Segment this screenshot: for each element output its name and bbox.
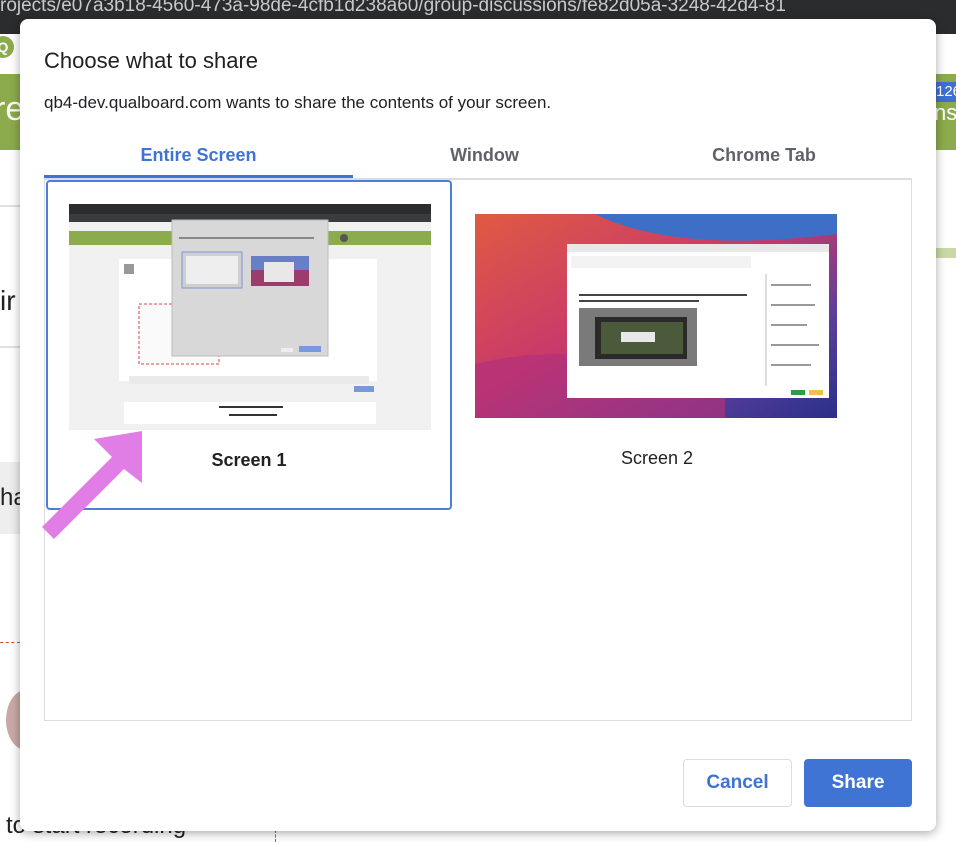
header-right-text-fragment: ns (936, 100, 956, 125)
divider (0, 205, 20, 207)
tab-window[interactable]: Window (353, 137, 616, 175)
cancel-button[interactable]: Cancel (683, 759, 792, 807)
tab-entire-screen[interactable]: Entire Screen (44, 137, 353, 178)
green-band (936, 248, 956, 258)
share-tabs: Entire Screen Window Chrome Tab (44, 137, 912, 179)
annotation-arrow-icon (42, 431, 142, 539)
url-text: rojects/e07a3b18-4560-473a-98de-4cfb1d23… (0, 0, 786, 16)
screen-1-thumbnail (69, 204, 431, 430)
screen-2-thumbnail (475, 214, 837, 418)
divider (0, 346, 20, 348)
page-heading-fragment: ir (0, 285, 16, 316)
dialog-title: Choose what to share (44, 48, 259, 73)
screens-panel: Screen 1 Screen 2 (44, 180, 912, 721)
screen-option-2[interactable]: Screen 2 (454, 180, 860, 510)
dialog-subtitle: qb4-dev.qualboard.com wants to share the… (44, 93, 552, 112)
screen-2-label: Screen 2 (620, 448, 694, 468)
section-text-fragment: ha (0, 484, 20, 511)
dashed-divider (0, 642, 20, 643)
tab-chrome-tab[interactable]: Chrome Tab (616, 137, 912, 175)
notification-badge: 126 (936, 82, 956, 102)
share-button[interactable]: Share (804, 759, 912, 807)
q-logo-icon: Q (0, 36, 14, 58)
dashed-divider-vertical (275, 830, 276, 842)
